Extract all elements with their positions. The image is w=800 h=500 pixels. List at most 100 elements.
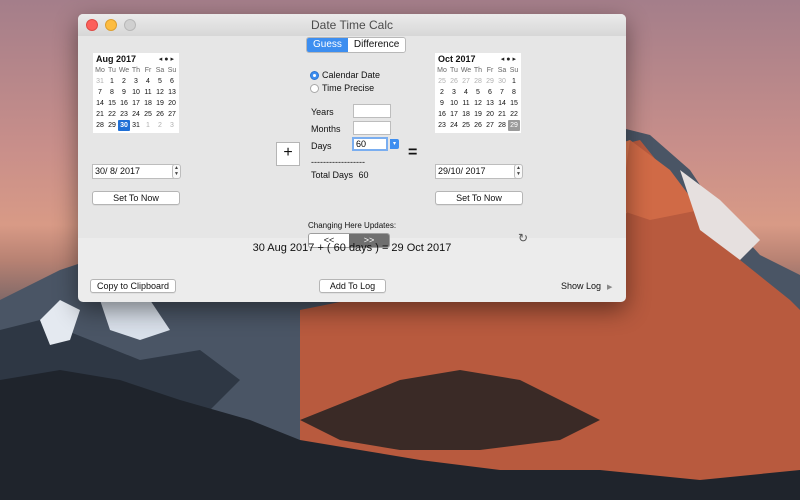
start-calendar-day-cell[interactable]: 31 <box>94 76 106 87</box>
end-calendar-day-cell[interactable]: 5 <box>472 87 484 98</box>
end-calendar-grid[interactable]: Mo Tu We Th Fr Sa Su 25 26 27 28 29 30 1 2 3 4 5 6 7 8 9 10 11 1… <box>435 65 521 133</box>
end-calendar-day-cell[interactable]: 26 <box>472 120 484 131</box>
end-date-field[interactable]: 29/10/ 2017 <box>435 164 517 179</box>
start-calendar-day-cell[interactable]: 8 <box>106 87 118 98</box>
end-calendar-day-cell[interactable]: 12 <box>472 98 484 109</box>
end-calendar-day-cell[interactable]: 2 <box>436 87 448 98</box>
end-calendar-day-cell[interactable]: 7 <box>496 87 508 98</box>
start-calendar-day-cell[interactable]: 19 <box>154 98 166 109</box>
start-calendar-day-cell[interactable]: 14 <box>94 98 106 109</box>
start-calendar-day-cell[interactable]: 17 <box>130 98 142 109</box>
start-calendar-day-cell[interactable]: 25 <box>142 109 154 120</box>
months-field[interactable] <box>353 121 391 135</box>
window-title: Date Time Calc <box>310 18 394 32</box>
months-label: Months <box>311 124 341 134</box>
end-calendar-day-cell[interactable]: 26 <box>448 76 460 87</box>
start-calendar-day-cell[interactable]: 27 <box>166 109 178 120</box>
end-calendar-day-cell[interactable]: 25 <box>460 120 472 131</box>
start-calendar-day-cell[interactable]: 1 <box>142 120 154 131</box>
start-calendar-day-cell[interactable]: 24 <box>130 109 142 120</box>
start-date-stepper[interactable]: ▲ ▼ <box>172 164 181 179</box>
end-calendar-selected-day[interactable]: 29 <box>508 120 520 131</box>
start-calendar-day-cell[interactable]: 9 <box>118 87 130 98</box>
end-calendar-day-cell[interactable]: 28 <box>472 76 484 87</box>
end-calendar-day-cell[interactable]: 13 <box>484 98 496 109</box>
start-set-to-now-button[interactable]: Set To Now <box>92 191 180 205</box>
start-calendar-day-cell[interactable]: 6 <box>166 76 178 87</box>
end-calendar-day-cell[interactable]: 22 <box>508 109 520 120</box>
end-calendar-day-cell[interactable]: 28 <box>496 120 508 131</box>
start-calendar-day-cell[interactable]: 10 <box>130 87 142 98</box>
disclosure-triangle-icon[interactable]: ▶ <box>607 284 612 291</box>
start-calendar-day-cell[interactable]: 3 <box>130 76 142 87</box>
start-calendar-day-cell[interactable]: 18 <box>142 98 154 109</box>
start-calendar-day-cell[interactable]: 15 <box>106 98 118 109</box>
time-precise-option[interactable]: Time Precise <box>310 83 374 93</box>
end-calendar-day-cell[interactable]: 8 <box>508 87 520 98</box>
start-calendar-day-cell[interactable]: 26 <box>154 109 166 120</box>
end-calendar-day-cell[interactable]: 19 <box>472 109 484 120</box>
start-date-field[interactable]: 30/ 8/ 2017 <box>92 164 174 179</box>
days-dropdown-chevron-icon[interactable]: ▾ <box>390 139 399 149</box>
start-calendar-day-cell[interactable]: 3 <box>166 120 178 131</box>
end-calendar-day-cell[interactable]: 29 <box>484 76 496 87</box>
end-calendar-day-cell[interactable]: 9 <box>436 98 448 109</box>
end-date-stepper[interactable]: ▲ ▼ <box>514 164 523 179</box>
end-calendar-day-cell[interactable]: 11 <box>460 98 472 109</box>
end-calendar-day-cell[interactable]: 15 <box>508 98 520 109</box>
end-calendar-day-cell[interactable]: 24 <box>448 120 460 131</box>
calendar-date-radio[interactable] <box>310 70 319 80</box>
copy-to-clipboard-button[interactable]: Copy to Clipboard <box>90 279 176 293</box>
start-calendar-day-cell[interactable]: 4 <box>142 76 154 87</box>
start-calendar-selected-day[interactable]: 30 <box>118 120 130 131</box>
start-calendar-day-cell[interactable]: 2 <box>118 76 130 87</box>
start-calendar-day-cell[interactable]: 22 <box>106 109 118 120</box>
end-calendar-day-cell[interactable]: 27 <box>484 120 496 131</box>
end-calendar-day-cell[interactable]: 30 <box>496 76 508 87</box>
tab-guess[interactable]: Guess <box>307 38 348 52</box>
end-calendar-day-cell[interactable]: 17 <box>448 109 460 120</box>
end-calendar[interactable]: Oct 2017 ◂●▸ Mo Tu We Th Fr Sa Su 25 26 27 28 29 30 1… <box>435 53 521 133</box>
end-calendar-day-cell[interactable]: 27 <box>460 76 472 87</box>
end-calendar-day-cell[interactable]: 6 <box>484 87 496 98</box>
end-calendar-day-cell[interactable]: 10 <box>448 98 460 109</box>
start-calendar-day-cell[interactable]: 28 <box>94 120 106 131</box>
years-field[interactable] <box>353 104 391 118</box>
start-calendar-day-cell[interactable]: 29 <box>106 120 118 131</box>
end-calendar-day-cell[interactable]: 4 <box>460 87 472 98</box>
start-calendar-day-cell[interactable]: 5 <box>154 76 166 87</box>
start-calendar-day-cell[interactable]: 11 <box>142 87 154 98</box>
start-calendar-day-cell[interactable]: 12 <box>154 87 166 98</box>
time-precise-radio[interactable] <box>310 83 319 93</box>
end-calendar-day-cell[interactable]: 18 <box>460 109 472 120</box>
start-calendar-day-cell[interactable]: 20 <box>166 98 178 109</box>
start-calendar-nav[interactable]: ◂●▸ <box>159 55 176 63</box>
tab-difference[interactable]: Difference <box>347 38 406 52</box>
end-calendar-day-cell[interactable]: 23 <box>436 120 448 131</box>
start-calendar-day-cell[interactable]: 16 <box>118 98 130 109</box>
operator-plus-button[interactable]: + <box>276 142 300 166</box>
start-calendar-day-cell[interactable]: 2 <box>154 120 166 131</box>
start-calendar-day-cell[interactable]: 13 <box>166 87 178 98</box>
show-log-toggle[interactable]: Show Log ▶ <box>561 281 612 291</box>
end-calendar-day-cell[interactable]: 1 <box>508 76 520 87</box>
start-calendar-day-cell[interactable]: 23 <box>118 109 130 120</box>
start-calendar-day-cell[interactable]: 21 <box>94 109 106 120</box>
end-calendar-day-cell[interactable]: 3 <box>448 87 460 98</box>
start-calendar[interactable]: Aug 2017 ◂●▸ Mo Tu We Th Fr Sa Su 31 1 2 3 4 5 6 7 8 9 10… <box>93 53 179 133</box>
end-set-to-now-button[interactable]: Set To Now <box>435 191 523 205</box>
end-calendar-day-cell[interactable]: 25 <box>436 76 448 87</box>
start-calendar-day-cell[interactable]: 31 <box>130 120 142 131</box>
start-calendar-day-cell[interactable]: 1 <box>106 76 118 87</box>
start-calendar-grid[interactable]: Mo Tu We Th Fr Sa Su 31 1 2 3 4 5 6 7 8 9 10 11 12 13 14 15 16 1… <box>93 65 179 133</box>
start-calendar-day-cell[interactable]: 7 <box>94 87 106 98</box>
end-calendar-day-cell[interactable]: 16 <box>436 109 448 120</box>
end-calendar-day-cell[interactable]: 14 <box>496 98 508 109</box>
calendar-date-option[interactable]: Calendar Date <box>310 70 380 80</box>
end-calendar-day-cell[interactable]: 20 <box>484 109 496 120</box>
title-bar[interactable]: Date Time Calc <box>78 14 626 37</box>
add-to-log-button[interactable]: Add To Log <box>319 279 386 293</box>
end-calendar-day-cell[interactable]: 21 <box>496 109 508 120</box>
days-field[interactable]: 60 <box>352 137 388 151</box>
end-calendar-nav[interactable]: ◂●▸ <box>501 55 518 63</box>
